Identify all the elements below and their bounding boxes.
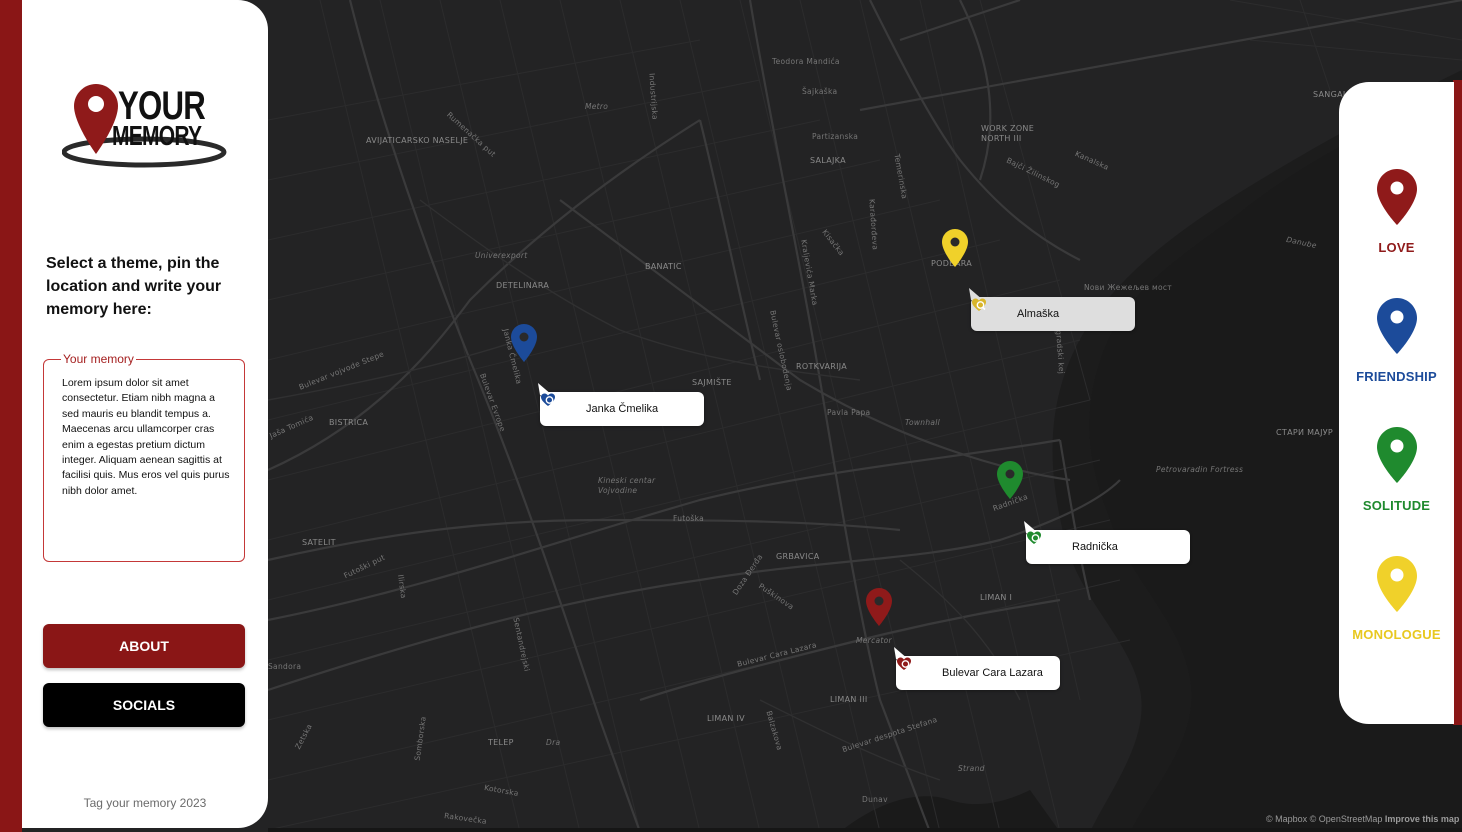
memory-heart-icon xyxy=(897,657,911,670)
logo-text-memory: MEMORY xyxy=(112,120,202,151)
district-label: ROTKVARIJA xyxy=(796,362,848,371)
memory-callout-janka-cmelika[interactable]: Janka Čmelika xyxy=(538,383,704,426)
district-label: LIMAN IV xyxy=(707,714,745,723)
theme-selector: LOVE FRIENDSHIP SOLITUDE MONOLOGUE xyxy=(1339,82,1454,724)
theme-option-solitude[interactable]: SOLITUDE xyxy=(1339,426,1454,513)
street-label: Kineski centar Vojvodine xyxy=(598,476,656,495)
map-pin-icon[interactable] xyxy=(510,323,538,363)
district-label: SATELIT xyxy=(302,538,336,547)
district-label: СТАРИ МАЈУР xyxy=(1276,428,1334,437)
bottom-edge xyxy=(268,828,1462,832)
map-pin-icon xyxy=(1376,556,1417,612)
osm-attribution-link[interactable]: © OpenStreetMap xyxy=(1310,814,1383,824)
street-label: Mercator xyxy=(856,636,892,645)
district-label: SANGAJ xyxy=(1313,90,1346,99)
instructions-heading: Select a theme, pin the location and wri… xyxy=(46,255,222,318)
street-label: Sandora xyxy=(268,662,302,671)
memory-textarea[interactable]: Your memory Lorem ipsum dolor sit amet c… xyxy=(43,352,245,562)
memory-callout-radnicka[interactable]: Radnička xyxy=(1024,521,1190,564)
district-label: DETELINARA xyxy=(496,281,550,290)
district-label: LIMAN III xyxy=(830,695,868,704)
district-label: TELEP xyxy=(488,738,514,747)
district-label: WORK ZONE NORTH III xyxy=(981,124,1035,143)
memory-callout-label: Almaška xyxy=(1017,308,1060,320)
theme-label: SOLITUDE xyxy=(1362,498,1431,513)
map-pin-icon[interactable] xyxy=(996,460,1024,500)
left-sidebar: YOUR MEMORY Select a theme, pin the loca… xyxy=(22,0,268,828)
district-label: LIMAN I xyxy=(980,593,1013,602)
mapbox-attribution-link[interactable]: © Mapbox xyxy=(1266,814,1307,824)
memory-callout-label: Janka Čmelika xyxy=(586,403,659,415)
street-label: Pavla Papa xyxy=(827,408,871,417)
memory-callout-bulevar-cara-lazara[interactable]: Bulevar Cara Lazara xyxy=(894,647,1060,690)
memory-text-value[interactable]: Lorem ipsum dolor sit amet consectetur. … xyxy=(62,376,230,499)
map-pin-icon[interactable] xyxy=(865,587,893,627)
district-label: SAJMIŠTE xyxy=(692,378,732,387)
map-pin-icon xyxy=(1376,169,1417,225)
app-root: AVIJATICARSKO NASELJE BANATIC DETELINARA… xyxy=(0,0,1462,832)
right-accent-strip xyxy=(1453,80,1462,725)
about-button[interactable]: ABOUT xyxy=(43,624,245,668)
street-label: Partizanska xyxy=(812,132,859,141)
memory-heart-icon xyxy=(541,393,555,406)
app-logo: YOUR MEMORY xyxy=(62,80,232,172)
map-pin-icon[interactable] xyxy=(941,228,969,268)
street-label: Strand xyxy=(958,764,985,773)
map-attribution: © Mapbox © OpenStreetMap Improve this ma… xyxy=(1266,814,1459,824)
street-label: Metro xyxy=(585,102,609,111)
memory-heart-icon xyxy=(1027,531,1041,544)
street-label: Futoška xyxy=(673,514,705,523)
map-pin-icon xyxy=(1376,298,1417,354)
district-label: BANATIC xyxy=(645,262,682,271)
street-label: Townhall xyxy=(905,418,941,427)
memory-callout-label: Bulevar Cara Lazara xyxy=(942,667,1043,679)
theme-label: LOVE xyxy=(1378,240,1415,255)
district-label: BISTRICA xyxy=(329,418,369,427)
street-label: Univerexport xyxy=(475,251,528,260)
memory-callout-label: Radnička xyxy=(1072,541,1118,553)
theme-option-monologue[interactable]: MONOLOGUE xyxy=(1339,555,1454,642)
theme-option-friendship[interactable]: FRIENDSHIP xyxy=(1339,297,1454,384)
map-pin-icon xyxy=(1376,427,1417,483)
theme-label: MONOLOGUE xyxy=(1352,627,1441,642)
theme-option-love[interactable]: LOVE xyxy=(1339,168,1454,255)
street-label: Teodora Mandića xyxy=(772,57,840,66)
district-label: SALAJKA xyxy=(810,156,846,165)
memory-callout-almaska[interactable]: Almaška xyxy=(969,288,1135,331)
street-label: Šajkaška xyxy=(802,87,838,96)
socials-button[interactable]: SOCIALS xyxy=(43,683,245,727)
theme-label: FRIENDSHIP xyxy=(1356,369,1437,384)
street-label: Petrovaradin Fortress xyxy=(1156,465,1244,474)
district-label: AVIJATICARSKO NASELJE xyxy=(366,136,469,145)
footer-text: Tag your memory 2023 xyxy=(83,796,207,810)
memory-heart-icon xyxy=(972,298,986,311)
street-label: Dunav xyxy=(862,795,888,804)
street-label: Dra xyxy=(546,738,561,747)
left-accent-strip xyxy=(0,0,22,832)
improve-map-link[interactable]: Improve this map xyxy=(1385,814,1460,824)
street-label: Nови Жежељев мост xyxy=(1084,283,1172,292)
district-label: GRBAVICA xyxy=(776,552,820,561)
memory-field-label: Your memory xyxy=(61,352,136,366)
